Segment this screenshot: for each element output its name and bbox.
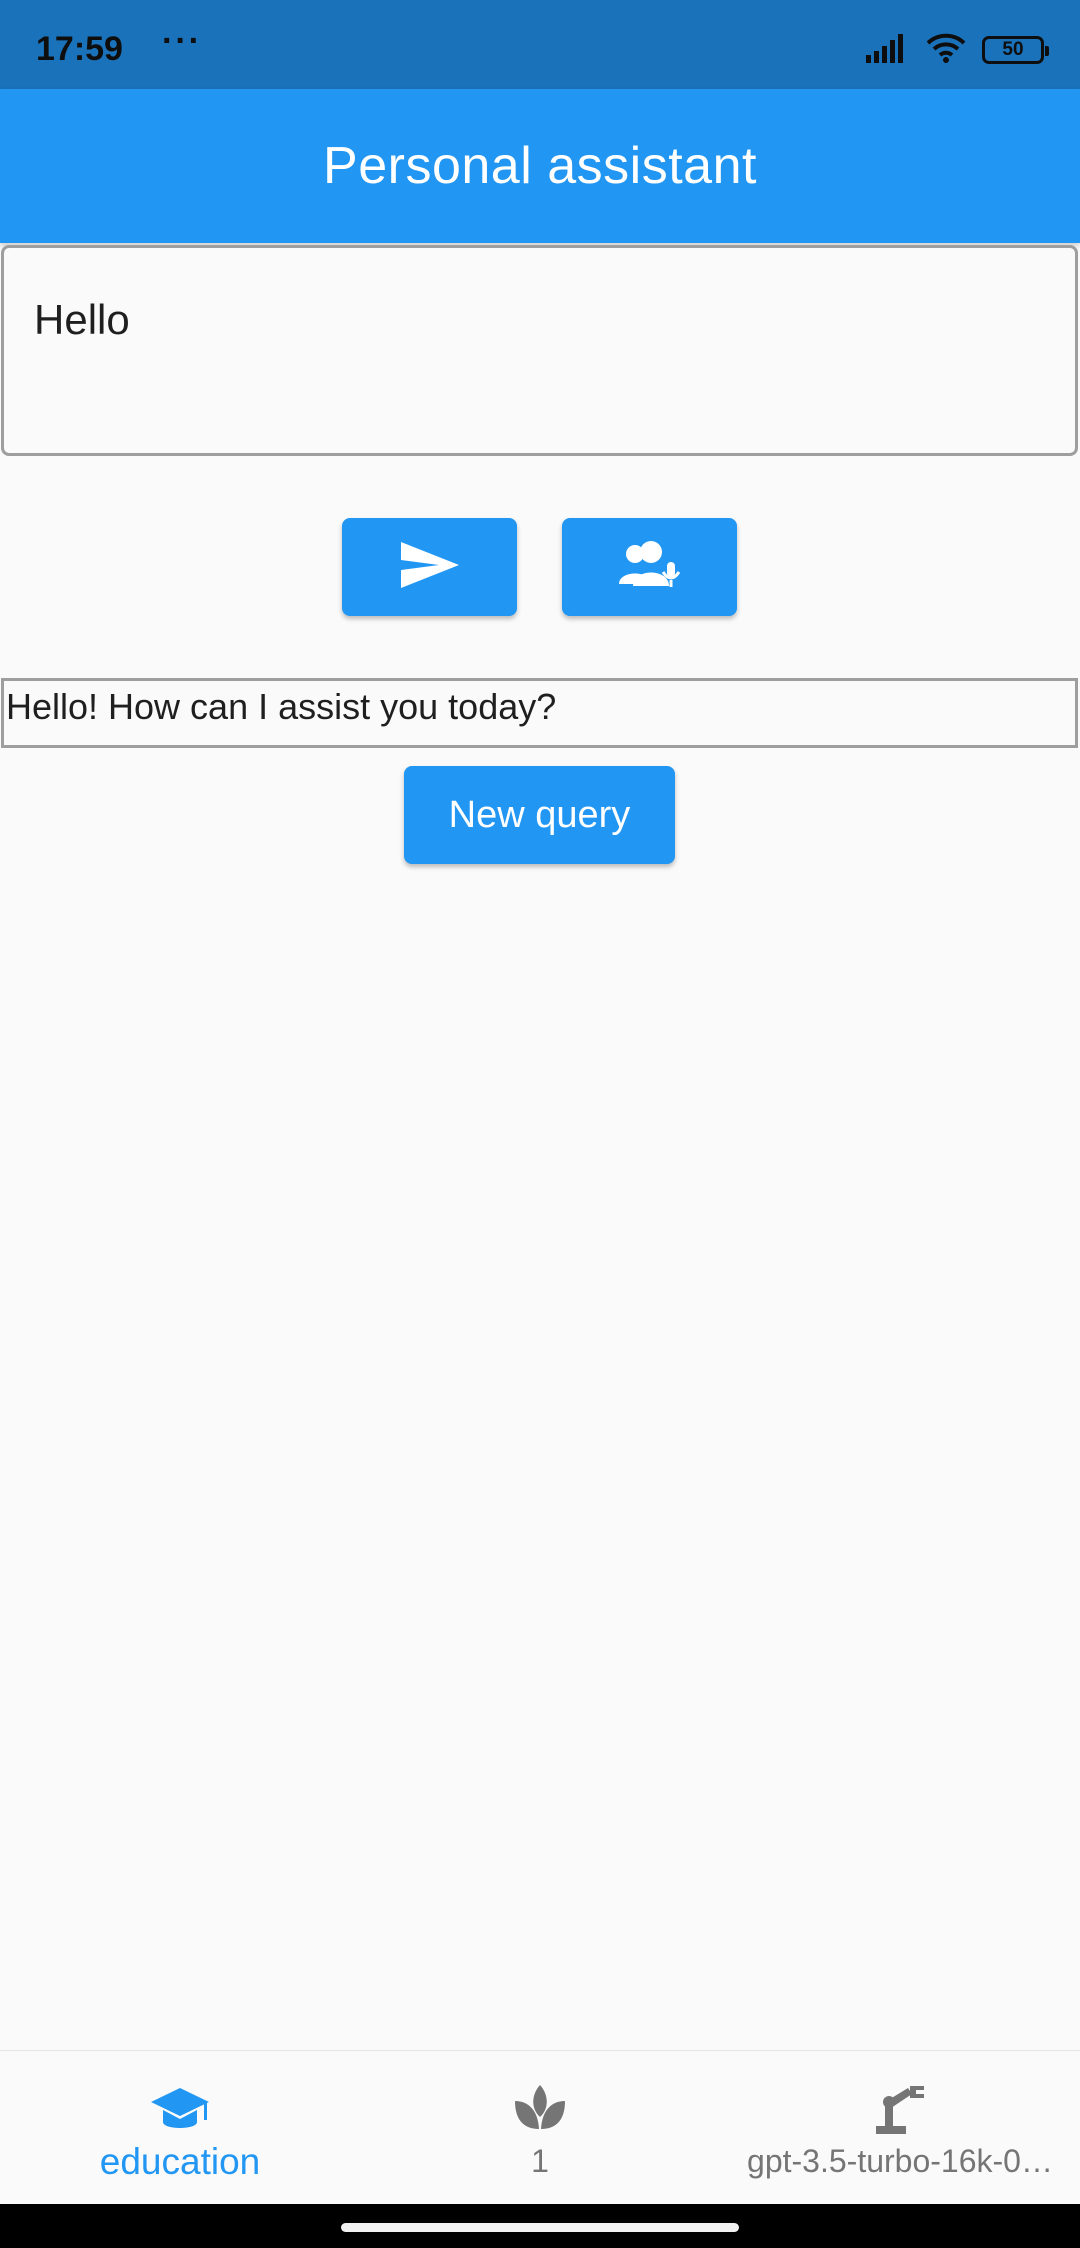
battery-level: 50 [1002,39,1024,60]
graduation-cap-icon [149,2081,211,2137]
robot-arm-icon [872,2081,928,2137]
nav-label-education: education [99,2141,261,2182]
signal-icon [866,33,910,68]
send-icon [399,540,461,595]
status-bar: 17:59 ··· 50 [0,0,1080,89]
send-button[interactable] [342,518,517,616]
nav-item-education[interactable]: education [0,2051,360,2205]
status-dots: ··· [162,22,202,60]
app-bar: Personal assistant [0,89,1080,243]
bottom-nav: education 1 gpt-3.5-turbo-16k-0… [0,2050,1080,2205]
voice-input-button[interactable] [562,518,737,616]
screen: 17:59 ··· 50 Personal assistant Hello He… [0,0,1080,2248]
nav-item-1[interactable]: 1 [360,2051,720,2205]
battery-icon: 50 [982,36,1049,64]
status-icons: 50 [866,30,1049,70]
voice-user-mic-icon [617,540,683,595]
page-title: Personal assistant [323,137,757,195]
status-time: 17:59 [36,30,123,68]
nav-label-model: gpt-3.5-turbo-16k-0… [747,2143,1053,2179]
response-text: Hello! How can I assist you today? [1,678,1078,748]
new-query-button[interactable]: New query [404,766,675,864]
lotus-icon [511,2081,569,2137]
nav-item-model[interactable]: gpt-3.5-turbo-16k-0… [720,2051,1080,2205]
system-nav-bar [0,2204,1080,2248]
query-input[interactable]: Hello [1,245,1078,456]
nav-label-1: 1 [531,2143,549,2179]
wifi-icon [926,33,966,68]
home-indicator[interactable] [341,2223,739,2232]
